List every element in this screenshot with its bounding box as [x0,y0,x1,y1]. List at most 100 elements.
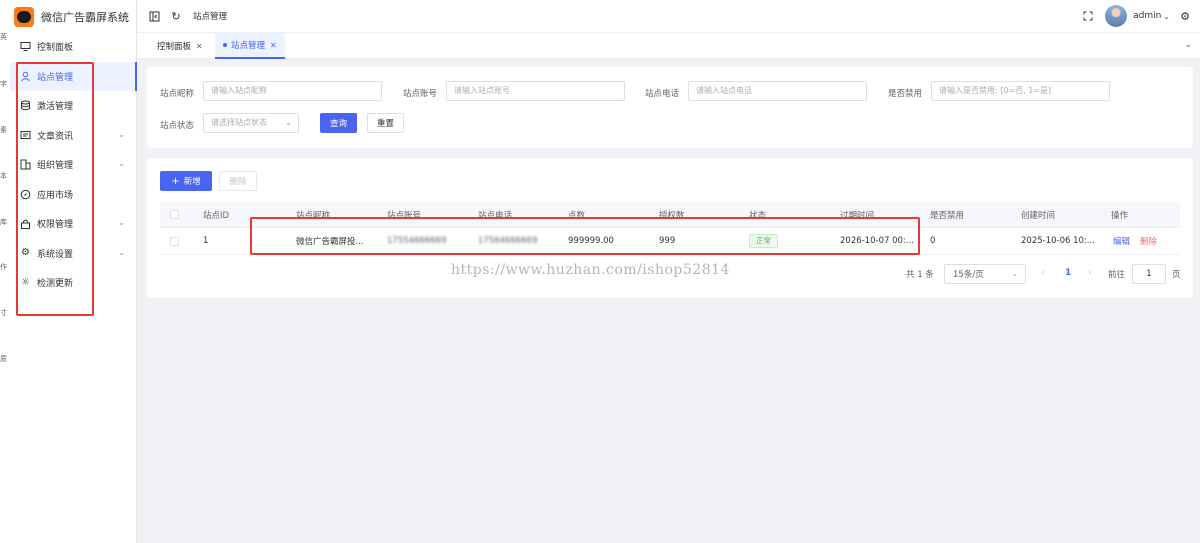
sun-icon: ☼ [21,276,30,288]
edge-char: 寸 [0,309,7,317]
delete-link[interactable]: 删除 [1140,235,1157,247]
status-label: 站点状态 [160,121,195,131]
sidebar-item-permissions[interactable]: 权限管理 ⌄ [10,209,137,239]
edge-char: 质 [0,355,7,363]
tabs-bar: 控制面板 ✕ 站点管理 ✕ ⌄ [137,33,1200,59]
sidebar-item-label: 激活管理 [37,102,74,113]
fullscreen-icon[interactable] [1081,9,1095,23]
sidebar-item-sites[interactable]: 站点管理 [10,61,137,91]
message-icon [20,130,31,141]
breadcrumb: 站点管理 [193,12,228,22]
cell-disabled: 0 [930,236,936,246]
close-icon[interactable]: ✕ [270,41,277,50]
prev-page-icon[interactable]: ‹ [1041,268,1045,278]
edge-char: 作 [0,263,7,271]
plus-icon: + [171,175,180,187]
table-row[interactable]: 1 微信广告霸屏投... 17554666669 17564666669 999… [160,228,1180,255]
collapse-sidebar-icon[interactable] [147,9,161,23]
sidebar-item-dashboard[interactable]: 控制面板 [10,32,137,62]
sidebar-item-check-update[interactable]: ☼ 检测更新 [10,268,137,298]
edge-strip: 英 字 素 本 库 作 寸 质 [0,0,10,543]
sidebar-menu: 控制面板 站点管理 激活管理 文章资讯 ⌄ 组织管理 ⌄ 应用市场 权限管理 ⌄… [10,32,137,298]
compass-icon [20,189,31,200]
cell-id: 1 [203,236,209,246]
sidebar-item-articles[interactable]: 文章资讯 ⌄ [10,121,137,151]
goto-page-input[interactable]: 1 [1132,264,1166,284]
gear-icon[interactable]: ⚙ [1178,9,1192,23]
edge-char: 库 [0,218,7,226]
status-select[interactable]: 请选择站点状态 ⌄ [203,113,299,133]
chevron-down-icon[interactable]: ⌄ [1163,12,1170,21]
sidebar-item-organization[interactable]: 组织管理 ⌄ [10,150,137,180]
close-icon[interactable]: ✕ [196,42,203,51]
status-select-placeholder: 请选择站点状态 [211,118,267,127]
goto-label: 前往 [1108,270,1126,280]
sidebar-item-label: 控制面板 [37,43,74,54]
refresh-icon[interactable]: ↻ [169,9,183,23]
nickname-label: 站点昵称 [160,89,195,99]
user-name[interactable]: admin [1133,11,1161,21]
tab-label: 控制面板 [157,42,192,52]
col-header: 站点ID [203,210,230,221]
add-button[interactable]: + 新增 [160,171,212,191]
next-page-icon[interactable]: › [1088,268,1092,278]
col-header: 状态 [749,210,767,221]
disabled-label: 是否禁用 [888,89,923,99]
phone-label: 站点电话 [645,89,680,99]
add-button-label: 新增 [183,177,201,187]
page-size-select[interactable]: 15条/页 ⌄ [944,264,1026,284]
edge-char: 字 [0,80,7,88]
database-icon [20,100,31,111]
query-button[interactable]: 查询 [320,113,357,133]
chevron-down-icon: ⌄ [118,218,125,227]
reset-button[interactable]: 重置 [367,113,404,133]
avatar[interactable] [1105,5,1128,27]
lock-icon [20,218,31,230]
pagination-total: 共 1 条 [906,270,934,280]
active-dot-icon [223,43,227,47]
tab-sites[interactable]: 站点管理 ✕ [215,33,285,59]
app-logo[interactable]: 微信广告霸屏系统 [14,6,129,28]
cell-expire: 2026-10-07 00:... [840,236,914,246]
table-header: 站点ID 站点昵称 站点账号 站点电话 点数 授权数 状态 过期时间 是否禁用 … [160,202,1180,228]
phone-input[interactable]: 请输入站点电话 [688,81,867,101]
select-all-checkbox[interactable] [170,202,179,227]
cell-created: 2025-10-06 10:... [1021,236,1095,246]
gear-icon: ⚙ [21,247,30,259]
page-suffix: 页 [1172,270,1181,280]
sidebar-item-label: 组织管理 [37,161,74,172]
sidebar-item-settings[interactable]: ⚙ 系统设置 ⌄ [10,239,137,269]
sidebar-item-activation[interactable]: 激活管理 [10,91,137,121]
user-icon [20,71,31,82]
edge-char: 本 [0,172,7,180]
chevron-down-icon[interactable]: ⌄ [1184,40,1192,50]
chevron-down-icon: ⌄ [118,247,125,257]
row-checkbox[interactable] [170,228,179,254]
sidebar-item-label: 系统设置 [37,249,74,260]
sidebar-item-label: 权限管理 [37,220,74,231]
disabled-input[interactable]: 请输入是否禁用: [0=否, 1=是] [931,81,1110,101]
col-header: 站点电话 [478,210,513,221]
edit-link[interactable]: 编辑 [1113,235,1130,247]
col-header: 过期时间 [840,210,875,221]
col-header: 点数 [568,210,586,221]
edge-char: 素 [0,126,7,134]
col-header: 站点昵称 [296,210,331,221]
col-header: 创建时间 [1021,210,1056,221]
delete-button[interactable]: 删除 [219,171,257,191]
cell-points: 999999.00 [568,236,614,246]
tab-dashboard[interactable]: 控制面板 ✕ [149,33,211,59]
cell-account: 17554666669 [387,236,447,246]
chevron-down-icon: ⌄ [285,118,292,127]
sidebar-item-label: 站点管理 [37,72,74,83]
account-input[interactable]: 请输入站点账号 [446,81,625,101]
cell-actions: 编辑 删除 [1113,228,1157,254]
nickname-input[interactable]: 请输入站点昵称 [203,81,382,101]
top-bar-right: admin ⌄ ⚙ [1081,5,1192,27]
page-number-current[interactable]: 1 [1065,268,1071,278]
cell-status: 正常 [749,228,778,254]
sidebar-item-label: 检测更新 [37,279,74,290]
col-header: 是否禁用 [930,210,965,221]
sidebar-item-label: 应用市场 [37,190,74,201]
sidebar-item-app-market[interactable]: 应用市场 [10,180,137,210]
